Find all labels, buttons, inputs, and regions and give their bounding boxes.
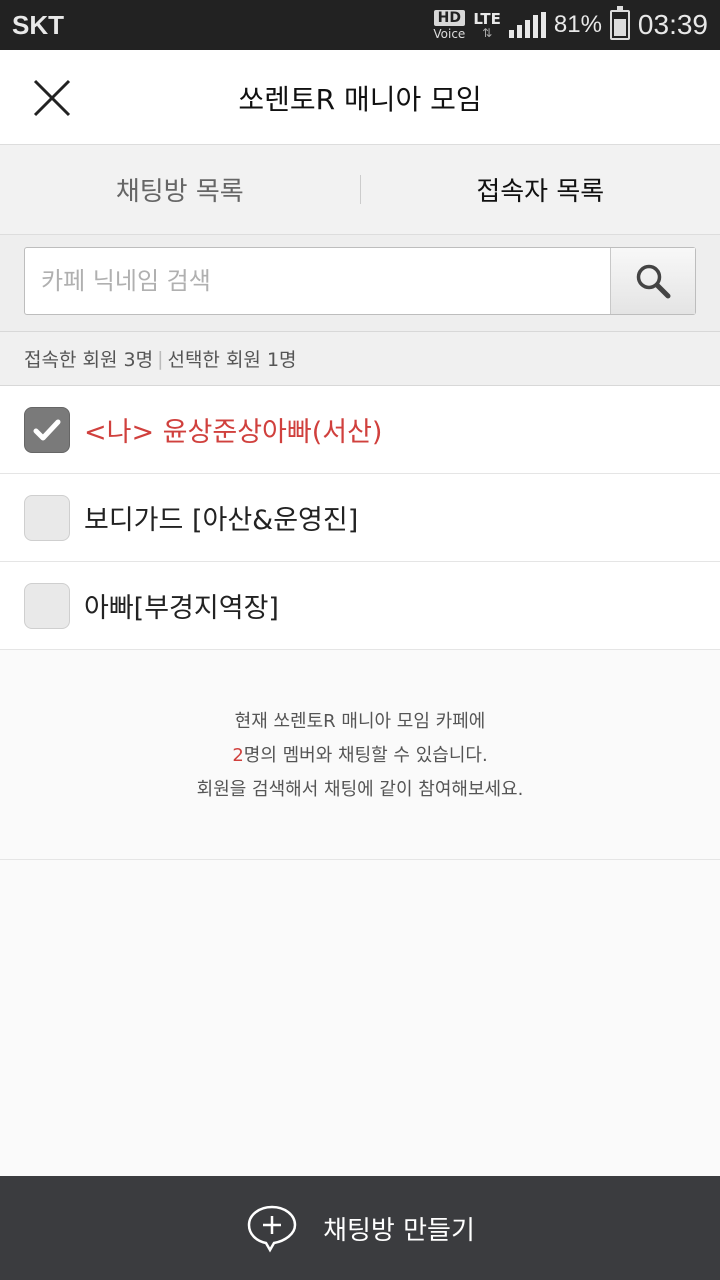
carrier-label: SKT bbox=[12, 9, 64, 40]
close-button[interactable] bbox=[22, 70, 82, 125]
connected-count: 접속한 회원 3명 bbox=[24, 349, 154, 371]
voice-label: Voice bbox=[433, 27, 466, 41]
member-checkbox[interactable] bbox=[24, 494, 70, 541]
info-message: 현재 쏘렌토R 매니아 모임 카페에 2명의 멤버와 채팅할 수 있습니다. 회… bbox=[0, 652, 720, 860]
search-bar bbox=[0, 235, 720, 332]
clock: 03:39 bbox=[637, 9, 708, 40]
list-item[interactable]: 아빠[부경지역장] bbox=[0, 562, 720, 650]
status-bar: SKT HD Voice LTE ⇅ 81% 03:39 bbox=[0, 0, 720, 50]
network-label: LTE bbox=[473, 9, 501, 28]
page-title: 쏘렌토R 매니아 모임 bbox=[238, 82, 482, 116]
member-checkbox[interactable] bbox=[24, 406, 70, 453]
close-icon bbox=[33, 79, 71, 116]
search-button[interactable] bbox=[610, 248, 695, 314]
tab-bar: 채팅방 목록 접속자 목록 bbox=[0, 145, 720, 235]
info-line-1: 현재 쏘렌토R 매니아 모임 카페에 bbox=[234, 710, 486, 732]
available-member-count: 2 bbox=[232, 744, 244, 766]
create-chatroom-label: 채팅방 만들기 bbox=[323, 1215, 475, 1246]
lte-icon: LTE ⇅ bbox=[473, 9, 501, 40]
member-name: <나> 윤상준상아빠(서산) bbox=[84, 417, 383, 448]
info-line-2-text: 명의 멤버와 채팅할 수 있습니다. bbox=[243, 744, 488, 766]
count-separator: | bbox=[157, 347, 164, 370]
tab-connected-users[interactable]: 접속자 목록 bbox=[361, 145, 720, 234]
tab-chatroom-list[interactable]: 채팅방 목록 bbox=[0, 145, 360, 234]
info-line-2: 2명의 멤버와 채팅할 수 있습니다. bbox=[232, 739, 487, 773]
checkmark-icon bbox=[33, 419, 61, 440]
add-chat-icon bbox=[247, 1205, 297, 1253]
hd-voice-icon: HD Voice bbox=[433, 10, 465, 40]
status-icons: HD Voice LTE ⇅ 81% 03:39 bbox=[433, 6, 708, 41]
info-line-3: 회원을 검색해서 채팅에 같이 참여해보세요. bbox=[196, 778, 524, 800]
selected-count: 선택한 회원 1명 bbox=[167, 349, 297, 371]
search-input[interactable] bbox=[25, 248, 610, 314]
search-icon bbox=[636, 264, 671, 299]
list-item[interactable]: 보디가드 [아산&운영진] bbox=[0, 474, 720, 562]
search-box bbox=[24, 247, 696, 315]
signal-icon bbox=[508, 12, 546, 38]
hd-label: HD bbox=[433, 10, 466, 26]
member-name: 아빠[부경지역장] bbox=[84, 593, 279, 624]
member-list: <나> 윤상준상아빠(서산) 보디가드 [아산&운영진] 아빠[부경지역장] bbox=[0, 386, 720, 650]
data-arrows-icon: ⇅ bbox=[482, 25, 493, 40]
list-item[interactable]: <나> 윤상준상아빠(서산) bbox=[0, 386, 720, 474]
title-bar: 쏘렌토R 매니아 모임 bbox=[0, 50, 720, 145]
member-checkbox[interactable] bbox=[24, 582, 70, 629]
member-count-bar: 접속한 회원 3명 | 선택한 회원 1명 bbox=[0, 332, 720, 386]
battery-icon bbox=[609, 6, 630, 40]
create-chatroom-button[interactable]: 채팅방 만들기 bbox=[0, 1176, 720, 1280]
battery-percent: 81% bbox=[553, 11, 602, 38]
member-name: 보디가드 [아산&운영진] bbox=[84, 505, 359, 536]
